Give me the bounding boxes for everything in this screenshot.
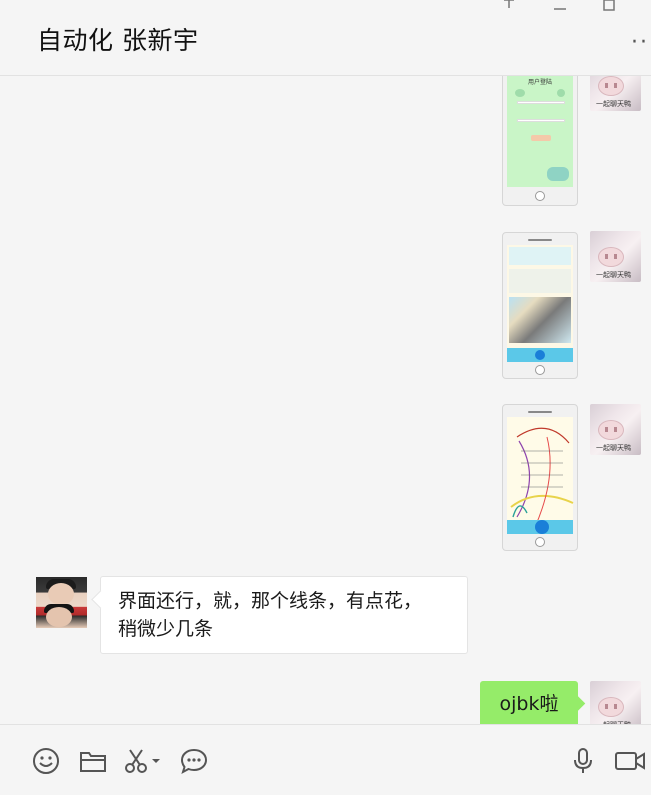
emoji-icon[interactable] (32, 747, 62, 777)
pin-icon[interactable] (500, 0, 518, 14)
chat-title: 自动化 张新宇 (37, 26, 199, 55)
self-avatar[interactable]: 一起聊天鸭 (590, 231, 641, 282)
chat-bubble-icon[interactable] (180, 747, 210, 777)
list-screen-image (507, 417, 574, 534)
login-screen-title: 用户登陆 (527, 79, 552, 86)
contact-avatar[interactable] (36, 577, 87, 628)
message-text-line: 稍微少几条 (118, 618, 214, 640)
folder-icon[interactable] (79, 747, 109, 777)
video-call-icon[interactable] (614, 747, 645, 777)
input-toolbar (0, 724, 651, 795)
scissors-icon[interactable] (124, 747, 164, 777)
minimize-icon[interactable] (553, 0, 567, 17)
feed-screen-image (507, 245, 573, 362)
self-avatar[interactable]: 一起聊天鸭 (590, 681, 641, 724)
more-options-icon[interactable]: ·· (631, 30, 649, 55)
message-list[interactable]: 用户登陆 一起聊天鸭 一起聊天鸭 一起聊天鸭 界面还行，就，那个线条，有点花， … (0, 76, 651, 724)
self-avatar[interactable]: 一起聊天鸭 (590, 76, 641, 111)
chat-header: 自动化 张新宇 ·· (0, 0, 651, 76)
self-avatar[interactable]: 一起聊天鸭 (590, 404, 641, 455)
image-message-list[interactable] (502, 404, 578, 551)
outgoing-text-message[interactable]: ojbk啦 (480, 681, 578, 724)
image-message-login[interactable]: 用户登陆 (502, 76, 578, 206)
login-screen-image: 用户登陆 (507, 76, 573, 187)
phone-home-button-icon (535, 191, 545, 201)
message-text-line: 界面还行，就，那个线条，有点花， (118, 590, 423, 612)
image-message-feed[interactable] (502, 232, 578, 379)
microphone-icon[interactable] (572, 747, 602, 777)
maximize-icon[interactable] (603, 0, 615, 15)
incoming-text-message[interactable]: 界面还行，就，那个线条，有点花， 稍微少几条 (100, 576, 468, 654)
